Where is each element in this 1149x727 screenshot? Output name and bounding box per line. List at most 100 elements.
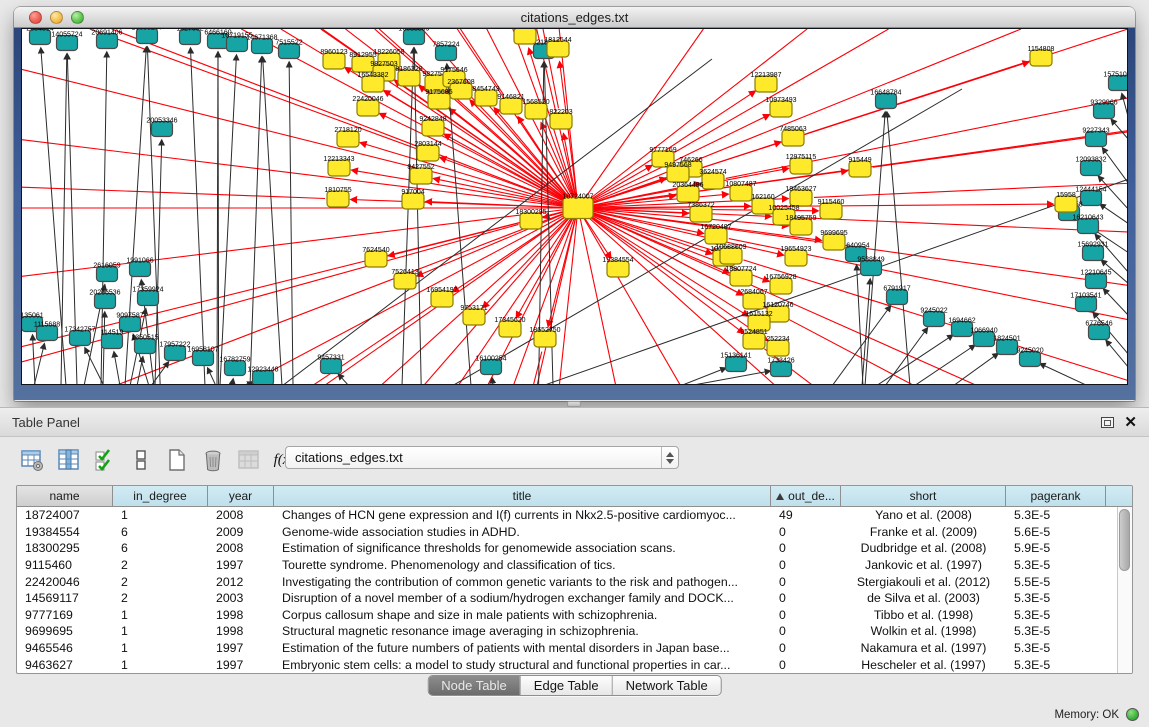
graph-node[interactable]: 7624540 (362, 247, 389, 267)
graph-node[interactable]: 1615132 (745, 311, 772, 331)
table-row[interactable]: 946362711997Embryonic stem cells: a mode… (17, 656, 1117, 673)
close-window-button[interactable] (29, 11, 42, 24)
graph-node[interactable]: 1527602 (176, 29, 203, 45)
graph-node[interactable]: 16210643 (1072, 215, 1103, 234)
table-settings-button[interactable] (18, 446, 48, 474)
graph-node[interactable]: 9245022 (920, 308, 947, 327)
graph-node[interactable]: 16756928 (765, 274, 796, 294)
graph-node[interactable]: 16782759 (219, 357, 250, 376)
row-height-button[interactable] (126, 446, 156, 474)
graph-node[interactable]: 822203 (549, 109, 572, 129)
graph-node[interactable]: 1115688 (34, 322, 60, 341)
delete-table-button[interactable] (198, 446, 228, 474)
graph-node[interactable]: 17359924 (132, 287, 163, 306)
graph-node[interactable]: 9699695 (820, 230, 847, 250)
graph-node[interactable]: 12093832 (1075, 157, 1106, 176)
graph-node[interactable]: 1350515 (131, 335, 158, 354)
import-table-button-disabled[interactable] (234, 446, 264, 474)
create-table-button[interactable] (162, 446, 192, 474)
table-row[interactable]: 2242004622012Investigating the contribut… (17, 573, 1117, 590)
graph-node[interactable]: 9497568 (664, 162, 691, 182)
column-header-short[interactable]: short (841, 486, 1006, 507)
graph-node[interactable]: 18807724 (725, 266, 756, 286)
graph-node[interactable]: 17957222 (159, 342, 190, 361)
graph-node[interactable]: 9457331 (317, 355, 344, 374)
graph-node[interactable]: 7526413 (391, 269, 418, 289)
graph-node[interactable]: 8186328 (395, 66, 422, 86)
select-rows-button[interactable] (90, 446, 120, 474)
graph-node[interactable]: 20364486 (672, 182, 703, 202)
graph-node[interactable]: 19384554 (602, 257, 633, 277)
graph-node[interactable]: 22420046 (352, 96, 383, 116)
graph-node[interactable]: 20206536 (89, 290, 120, 309)
minimize-window-button[interactable] (50, 11, 63, 24)
graph-node[interactable]: 8960123 (320, 49, 347, 69)
table-row[interactable]: 1830029562008Estimation of significance … (17, 540, 1117, 557)
graph-node[interactable]: 18495759 (785, 215, 816, 235)
graph-node[interactable]: 10973493 (765, 97, 796, 117)
tab-network-table[interactable]: Network Table (613, 676, 721, 695)
graph-node[interactable]: 1154808 (1028, 46, 1055, 66)
graph-node[interactable]: 19654923 (780, 246, 811, 266)
tab-edge-table[interactable]: Edge Table (521, 676, 613, 695)
graph-node[interactable]: 16720407 (700, 224, 731, 244)
graph-node[interactable]: 2718120 (334, 127, 361, 147)
graph-node[interactable]: 7515522 (275, 40, 302, 59)
table-row[interactable]: 911546021997Tourette syndrome. Phenomeno… (17, 557, 1117, 574)
graph-node[interactable]: 6776546 (1085, 321, 1112, 340)
table-row[interactable]: 1456911722003Disruption of a novel membe… (17, 590, 1117, 607)
graph-node[interactable]: 12975115 (786, 154, 817, 174)
graph-node[interactable]: 6791917 (883, 286, 910, 305)
table-row[interactable]: 1872400712008Changes of HCN gene express… (17, 507, 1117, 524)
show-columns-button[interactable] (54, 446, 84, 474)
graph-node[interactable]: 2616059 (93, 263, 120, 282)
graph-node[interactable]: 1733426 (767, 358, 794, 377)
graph-node[interactable]: 12210645 (1080, 270, 1111, 289)
table-vertical-scrollbar[interactable] (1117, 507, 1132, 673)
graph-node[interactable]: 17345620 (494, 317, 525, 337)
graph-node[interactable]: 17342757 (64, 327, 95, 346)
graph-node[interactable]: 12213343 (323, 156, 354, 176)
graph-node[interactable]: 9753171 (460, 305, 487, 325)
graph-node[interactable]: 252234 (766, 336, 789, 356)
column-header-out_de[interactable]: out_de... (771, 486, 841, 507)
graph-node[interactable]: 9175685 (425, 89, 452, 109)
graph-node[interactable]: 917004 (401, 189, 424, 209)
graph-node[interactable]: 14055724 (51, 32, 82, 51)
float-panel-icon[interactable] (1101, 417, 1114, 428)
graph-node[interactable]: 10688609 (715, 244, 746, 264)
memory-status-indicator[interactable] (1126, 708, 1139, 721)
graph-node[interactable]: 15136141 (720, 353, 751, 372)
column-header-title[interactable]: title (274, 486, 771, 507)
graph-node[interactable]: 16543382 (357, 72, 388, 92)
column-header-pagerank[interactable]: pagerank (1006, 486, 1106, 507)
graph-node[interactable]: 12213987 (750, 72, 781, 92)
graph-node[interactable]: 15958 (1055, 192, 1077, 212)
table-row[interactable]: 946554611997Estimation of the future num… (17, 640, 1117, 657)
graph-node[interactable]: 18652750 (529, 327, 560, 347)
graph-node[interactable]: 2803144 (414, 141, 441, 161)
graph-node[interactable]: 16958107 (187, 347, 218, 366)
graph-node[interactable]: 2604514 (26, 29, 53, 45)
network-table-select[interactable]: citations_edges.txt (285, 446, 679, 469)
graph-node[interactable]: 915449 (848, 157, 871, 177)
window-titlebar[interactable]: citations_edges.txt (14, 7, 1135, 28)
column-header-name[interactable]: name (17, 486, 113, 507)
graph-node[interactable]: 9329966 (1090, 100, 1117, 119)
graph-node[interactable]: 16033809 (398, 29, 429, 45)
column-header-in_degree[interactable]: in_degree (113, 486, 208, 507)
graph-node[interactable]: 16100254 (475, 356, 506, 375)
zoom-window-button[interactable] (71, 11, 84, 24)
graph-node[interactable]: 8813054 (511, 29, 538, 44)
graph-node[interactable]: 9538849 (857, 257, 884, 276)
graph-node[interactable]: 15692931 (1077, 242, 1108, 261)
graph-node[interactable]: 20053346 (146, 118, 177, 137)
graph-node[interactable]: 14671368 (246, 35, 277, 54)
graph-node[interactable]: 9242848 (419, 116, 446, 136)
table-row[interactable]: 977716911998Corpus callosum shape and si… (17, 607, 1117, 624)
graph-node[interactable]: 7485063 (779, 126, 806, 146)
column-header-year[interactable]: year (208, 486, 274, 507)
graph-node[interactable]: 1568520 (522, 99, 549, 119)
graph-node[interactable]: 9245020 (1016, 348, 1043, 367)
tab-node-table[interactable]: Node Table (428, 676, 521, 695)
